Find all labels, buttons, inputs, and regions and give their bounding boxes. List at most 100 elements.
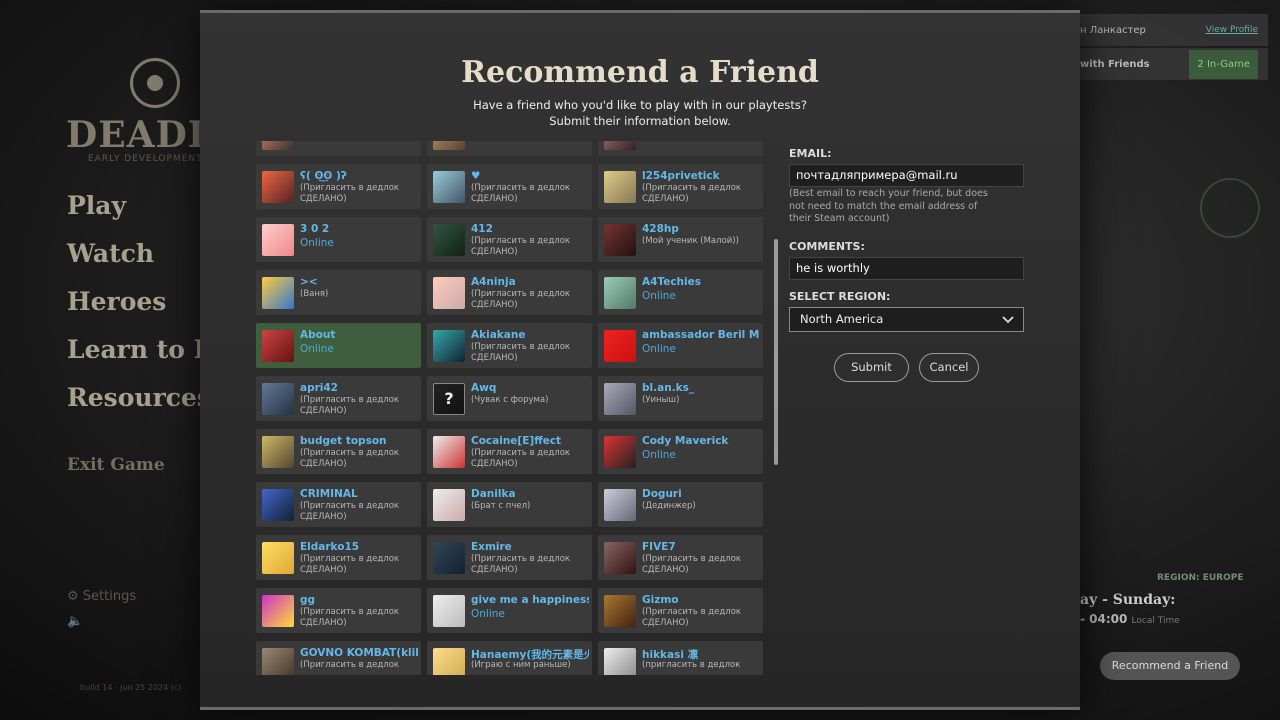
friend-name: 3 0 2 — [300, 223, 330, 235]
friend-card[interactable]: Cody Maverick Online — [598, 429, 763, 474]
avatar — [604, 141, 636, 150]
avatar — [433, 489, 465, 521]
friend-card[interactable] — [598, 141, 763, 156]
friend-note: (Пригласить в дедлок СДЕЛАНО) — [471, 554, 571, 575]
settings-label: Settings — [82, 589, 137, 604]
friend-list-scrollbar[interactable] — [774, 239, 778, 465]
friend-name: Awq — [471, 382, 497, 394]
friend-card[interactable]: Akiakane (Пригласить в дедлок СДЕЛАНО) — [427, 323, 592, 368]
recommend-friend-button-bg[interactable]: Recommend a Friend — [1100, 652, 1240, 680]
friend-note: (Пригласить в дедлок СДЕЛАНО) — [300, 448, 400, 469]
friend-note: (Пригласить в дедлок СДЕЛАНО) — [471, 289, 571, 310]
friend-status: Online — [471, 608, 505, 620]
friend-card[interactable]: Eldarko15 (Пригласить в дедлок СДЕЛАНО) — [256, 535, 421, 580]
friend-card[interactable]: 412 (Пригласить в дедлок СДЕЛАНО) — [427, 217, 592, 262]
friend-card[interactable]: A4ninja (Пригласить в дедлок СДЕЛАНО) — [427, 270, 592, 315]
region-select[interactable]: North America — [789, 307, 1024, 332]
friends-row[interactable]: with Friends 2 In-Game — [1080, 48, 1268, 80]
friend-name: Eldarko15 — [300, 541, 360, 553]
friend-card[interactable]: CRIMINAL (Пригласить в дедлок СДЕЛАНО) — [256, 482, 421, 527]
friend-card[interactable]: ʕ( ʘ̅͜ʘ̅ )ʔ (Пригласить в дедлок СДЕЛАНО) — [256, 164, 421, 209]
avatar — [262, 383, 294, 415]
friend-note: (Пригласить в дедлок СДЕЛАНО) — [471, 236, 571, 257]
friend-card[interactable]: give me a happiness Online — [427, 588, 592, 633]
friend-card[interactable]: About Online — [256, 323, 421, 368]
friend-card[interactable]: >< (Ваня) — [256, 270, 421, 315]
friend-card[interactable]: 428hp (Мой ученик (Малой)) — [598, 217, 763, 262]
friend-name: FIVE7 — [642, 541, 676, 553]
friend-card[interactable]: Exmire (Пригласить в дедлок СДЕЛАНО) — [427, 535, 592, 580]
friend-card[interactable]: ♥ (Пригласить в дедлок СДЕЛАНО) — [427, 164, 592, 209]
speaker-icon[interactable]: 🔈 — [67, 614, 83, 629]
friend-note: (Пригласить в дедлок СДЕЛАНО) — [642, 183, 742, 204]
friend-note: (Пригласить в дедлок СДЕЛАНО) — [471, 448, 571, 469]
comments-input[interactable]: he is worthly — [789, 257, 1024, 280]
logo-subtitle: EARLY DEVELOPMENT B — [88, 154, 214, 164]
friend-note: (Чувак с форума) — [471, 395, 549, 405]
friend-card[interactable]: ? Awq (Чувак с форума) — [427, 376, 592, 421]
friend-card[interactable]: hikkasi 凛 (пригласить в дедлок — [598, 641, 763, 675]
friend-card[interactable]: gg (Пригласить в дедлок СДЕЛАНО) — [256, 588, 421, 633]
settings-button[interactable]: ⚙ Settings — [67, 589, 136, 604]
friend-card[interactable]: Cocaine[E]ffect (Пригласить в дедлок СДЕЛ… — [427, 429, 592, 474]
friend-note: (Пригласить в дедлок СДЕЛАНО) — [300, 501, 400, 522]
avatar — [262, 595, 294, 627]
time-value: - 04:00 — [1080, 612, 1128, 626]
right-panel: н Ланкастер View Profile with Friends 2 … — [1080, 14, 1268, 82]
modal-subtitle: Have a friend who you'd like to play wit… — [450, 97, 830, 129]
friend-name: Cocaine[E]ffect — [471, 435, 562, 447]
question-icon: ? — [444, 389, 454, 408]
region-value: North America — [800, 312, 884, 326]
friend-name: Danilka — [471, 488, 516, 500]
avatar: ? — [433, 383, 465, 415]
friend-card[interactable]: l254privetick (Пригласить в дедлок СДЕЛАН… — [598, 164, 763, 209]
friend-note: (Пригласить в дедлок СДЕЛАНО) — [642, 554, 742, 575]
friend-name: A4Techies — [642, 276, 701, 288]
friend-name: ♥ — [471, 170, 481, 182]
friend-card[interactable]: Gizmo (Пригласить в дедлок СДЕЛАНО) — [598, 588, 763, 633]
friend-note: (Пригласить в дедлок СДЕЛАНО) — [471, 183, 571, 204]
friend-status: Online — [642, 290, 676, 302]
avatar — [604, 595, 636, 627]
avatar — [262, 277, 294, 309]
friend-card[interactable]: bl.an.ks_ (Уиныш) — [598, 376, 763, 421]
avatar — [604, 171, 636, 203]
friend-card[interactable]: 3 0 2 Online — [256, 217, 421, 262]
friend-card[interactable]: A4Techies Online — [598, 270, 763, 315]
friend-list-viewport[interactable]: СДЕЛАНО) Online ʕ( ʘ̅͜ʘ̅ )ʔ(Пригласить в д… — [256, 141, 776, 675]
avatar — [262, 489, 294, 521]
emblem-icon — [1200, 178, 1260, 238]
friend-card[interactable]: budget topson (Пригласить в дедлок СДЕЛАН… — [256, 429, 421, 474]
friend-card[interactable]: Online — [427, 141, 592, 156]
submit-button[interactable]: Submit — [834, 353, 909, 382]
schedule-days: ay - Sunday: — [1080, 592, 1176, 608]
friend-note: (Пригласить в дедлок — [300, 660, 400, 670]
friend-card[interactable]: FIVE7 (Пригласить в дедлок СДЕЛАНО) — [598, 535, 763, 580]
friend-card[interactable]: Hanaemy(我的元素是火) (Играю с ним раньше) — [427, 641, 592, 675]
friend-card[interactable]: Danilka (Брат с пчел) — [427, 482, 592, 527]
friend-card[interactable]: GOVNO KOMBAT(kliker)(Пригласить в дедлок — [256, 641, 421, 675]
friend-name: ambassador Beril M762 — [642, 329, 760, 341]
friend-name: bl.an.ks_ — [642, 382, 695, 394]
friend-card[interactable]: apri42 (Пригласить в дедлок СДЕЛАНО) — [256, 376, 421, 421]
friend-name: apri42 — [300, 382, 338, 394]
avatar — [262, 224, 294, 256]
cancel-button[interactable]: Cancel — [919, 353, 979, 382]
friend-card[interactable]: Doguri (Дединжер) — [598, 482, 763, 527]
exit-game-button[interactable]: Exit Game — [67, 455, 165, 475]
friend-note: (Играю с ним раньше) — [471, 660, 571, 670]
view-profile-link[interactable]: View Profile — [1206, 25, 1258, 35]
build-version: build 14 · Jun 25 2024 (c) — [80, 683, 182, 692]
avatar — [262, 436, 294, 468]
app-root: DEADLO EARLY DEVELOPMENT B Play Watch He… — [0, 0, 1280, 720]
friend-name: GOVNO KOMBAT(kliker) — [300, 647, 418, 659]
friend-note: (Брат с пчел) — [471, 501, 531, 511]
friend-status: Online — [471, 141, 589, 143]
email-input[interactable]: почтадляпримера@mail.ru — [789, 164, 1024, 187]
friend-name: Doguri — [642, 488, 682, 500]
region-label: REGION: EUROPE — [1157, 573, 1244, 583]
avatar — [433, 224, 465, 256]
friend-note: (Пригласить в дедлок СДЕЛАНО) — [300, 395, 400, 416]
friend-card[interactable]: СДЕЛАНО) — [256, 141, 421, 156]
friend-card[interactable]: ambassador Beril M762 Online — [598, 323, 763, 368]
